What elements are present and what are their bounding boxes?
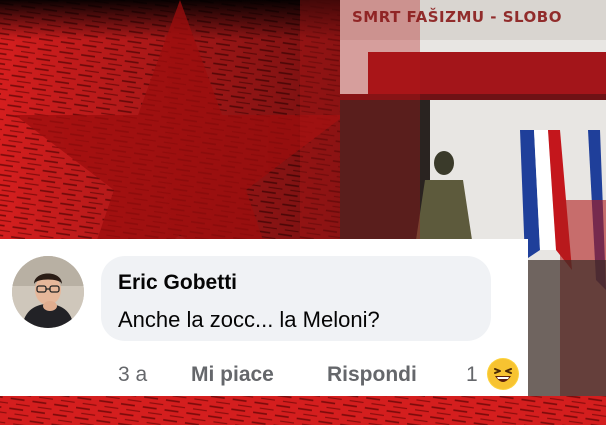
comment-bubble: Eric Gobetti Anche la zocc... la Meloni? <box>101 256 491 341</box>
laughing-emoji-icon[interactable] <box>487 358 519 390</box>
comment-text: Anche la zocc... la Meloni? <box>118 307 380 332</box>
comment-timestamp[interactable]: 3 a <box>118 363 147 387</box>
comment-card: Eric Gobetti Anche la zocc... la Meloni?… <box>0 239 528 396</box>
reaction-count[interactable]: 1 <box>466 363 478 387</box>
avatar[interactable] <box>12 256 84 328</box>
reply-button[interactable]: Rispondi <box>327 363 417 387</box>
comment-author[interactable]: Eric Gobetti <box>118 271 237 295</box>
wall-banner-text: SMRT FAŠIZMU - SLOBO <box>352 8 562 26</box>
like-button[interactable]: Mi piace <box>191 363 274 387</box>
avatar-photo <box>12 256 84 328</box>
